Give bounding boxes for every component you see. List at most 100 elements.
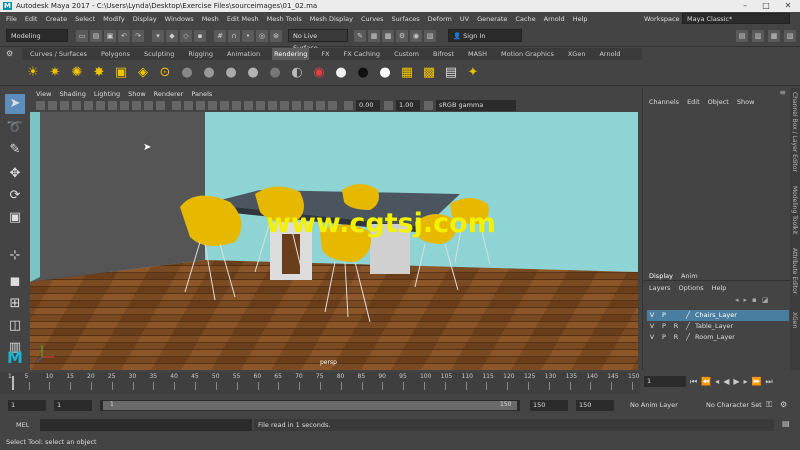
vp-menu-show[interactable]: Show — [128, 90, 146, 98]
textured-icon[interactable] — [208, 101, 217, 110]
white-shader-icon[interactable]: ● — [376, 64, 394, 82]
playback-toggle[interactable]: P — [659, 321, 669, 332]
wireframe-on-shaded-icon[interactable] — [196, 101, 205, 110]
depth-of-field-icon[interactable] — [280, 101, 289, 110]
play-forwards-icon[interactable]: ▶ — [733, 377, 739, 386]
redo-icon[interactable]: ↷ — [132, 29, 144, 42]
maximize-button[interactable]: □ — [756, 0, 776, 12]
xray-components-icon[interactable] — [328, 101, 337, 110]
save-scene-icon[interactable]: ▣ — [104, 29, 116, 42]
snap-grid-icon[interactable]: # — [214, 29, 226, 42]
current-frame-field[interactable]: 1 — [644, 376, 686, 387]
shelf-tab-sculpting[interactable]: Sculpting — [142, 48, 176, 60]
channel-box-icon[interactable]: ▧ — [784, 30, 796, 42]
step-forward-key-icon[interactable]: ⏩ — [752, 377, 762, 386]
playback-start-field[interactable]: 1 — [54, 400, 92, 411]
layer-tab-anim[interactable]: Anim — [681, 272, 698, 280]
go-to-end-icon[interactable]: ⏭ — [765, 377, 772, 387]
surface-shader-icon[interactable]: ● — [332, 64, 350, 82]
channels-object-menu[interactable]: Object — [708, 98, 729, 106]
ipr-icon[interactable]: ▩ — [420, 64, 438, 82]
bookmarks-icon[interactable] — [60, 101, 69, 110]
perspective-viewport[interactable]: www.cgtsj.com ➤ persp — [30, 112, 638, 370]
menu-display[interactable]: Display — [133, 15, 157, 23]
motion-blur-icon[interactable] — [256, 101, 265, 110]
blinn-sphere-icon[interactable]: ● — [178, 64, 196, 82]
layer-tab-display[interactable]: Display — [649, 272, 673, 280]
animation-end-field[interactable]: 150 — [576, 400, 614, 411]
shelf-tab-arnold[interactable]: Arnold — [597, 48, 622, 60]
menu-select[interactable]: Select — [75, 15, 95, 23]
anti-aliasing-icon[interactable] — [268, 101, 277, 110]
menu-create[interactable]: Create — [45, 15, 67, 23]
channels-menu[interactable]: Channels — [649, 98, 679, 106]
shelf-tab-animation[interactable]: Animation — [225, 48, 262, 60]
shelf-settings-gear-icon[interactable]: ⚙ — [6, 49, 16, 59]
menu-uv[interactable]: UV — [460, 15, 469, 23]
play-backwards-icon[interactable]: ◀ — [723, 377, 729, 386]
layered-shader-icon[interactable]: ◐ — [288, 64, 306, 82]
directional-light-icon[interactable]: ✷ — [46, 64, 64, 82]
render-view-icon[interactable]: ▧ — [424, 29, 436, 42]
hypershade-icon[interactable]: ◉ — [410, 29, 422, 42]
script-editor-icon[interactable]: ▤ — [782, 419, 790, 428]
vp-menu-lighting[interactable]: Lighting — [94, 90, 120, 98]
field-chart-icon[interactable] — [132, 101, 141, 110]
shadows-icon[interactable] — [232, 101, 241, 110]
spot-light-icon[interactable]: ✸ — [90, 64, 108, 82]
attribute-editor-icon[interactable]: ▥ — [752, 30, 764, 42]
grid-toggle-icon[interactable] — [84, 101, 93, 110]
single-perspective-layout-icon[interactable]: ◼ — [5, 272, 25, 292]
layers-help-menu[interactable]: Help — [712, 284, 727, 292]
render-frame-icon[interactable]: ▦ — [368, 29, 380, 42]
smooth-shade-icon[interactable] — [184, 101, 193, 110]
gate-mask-icon[interactable] — [120, 101, 129, 110]
color-swatch[interactable]: ╱ — [683, 332, 693, 343]
use-lights-icon[interactable] — [220, 101, 229, 110]
select-camera-icon[interactable] — [36, 101, 45, 110]
vp-menu-shading[interactable]: Shading — [59, 90, 85, 98]
visibility-toggle[interactable]: V — [647, 332, 657, 343]
isolate-select-icon[interactable] — [292, 101, 301, 110]
new-layer-selected-icon[interactable]: ◪ — [762, 296, 769, 304]
vp-menu-renderer[interactable]: Renderer — [154, 90, 184, 98]
shelf-tab-fx-caching[interactable]: FX Caching — [342, 48, 383, 60]
layers-options-menu[interactable]: Options — [679, 284, 704, 292]
safe-action-icon[interactable] — [144, 101, 153, 110]
shelf-tab-motion-graphics[interactable]: Motion Graphics — [499, 48, 556, 60]
tab-modeling-toolkit[interactable]: Modeling Toolkit — [791, 186, 798, 234]
display-type-toggle[interactable]: R — [671, 321, 681, 332]
playback-toggle[interactable]: P — [659, 310, 669, 321]
move-layer-up-icon[interactable]: ◂ — [735, 296, 739, 304]
new-scene-icon[interactable]: ▭ — [76, 29, 88, 42]
animation-start-field[interactable]: 1 — [8, 400, 46, 411]
shelf-tab-custom[interactable]: Custom — [392, 48, 421, 60]
exposure-field[interactable]: 0.00 — [356, 100, 380, 111]
menu-curves[interactable]: Curves — [361, 15, 384, 23]
xray-icon[interactable] — [304, 101, 313, 110]
menu-help[interactable]: Help — [573, 15, 588, 23]
lambert-sphere-icon[interactable]: ● — [200, 64, 218, 82]
phong-sphere-icon[interactable]: ● — [222, 64, 240, 82]
menu-mesh[interactable]: Mesh — [202, 15, 219, 23]
close-button[interactable]: ✕ — [778, 0, 798, 12]
image-plane-icon[interactable] — [72, 101, 81, 110]
menu-modify[interactable]: Modify — [103, 15, 125, 23]
show-manipulator-icon[interactable]: ⊹ — [5, 246, 25, 266]
camera-icon[interactable]: ⊙ — [156, 64, 174, 82]
layers-menu[interactable]: Layers — [649, 284, 671, 292]
anisotropic-sphere-icon[interactable]: ● — [266, 64, 284, 82]
open-scene-icon[interactable]: ▤ — [90, 29, 102, 42]
render-sequence-icon[interactable]: ✦ — [464, 64, 482, 82]
camera-attributes-icon[interactable] — [48, 101, 57, 110]
range-slider-handle[interactable] — [103, 401, 517, 410]
key-icon[interactable]: ⚿ — [766, 400, 772, 410]
tool-settings-icon[interactable]: ▦ — [768, 30, 780, 42]
sign-in-button[interactable]: 👤 Sign In — [448, 29, 522, 42]
layer-row-room[interactable]: V P R ╱ Room_Layer — [647, 332, 789, 343]
safe-title-icon[interactable] — [156, 101, 165, 110]
scale-tool-icon[interactable]: ▣ — [5, 208, 25, 228]
select-tool-icon[interactable]: ➤ — [5, 94, 25, 114]
ambient-light-icon[interactable]: ☀ — [24, 64, 42, 82]
layer-row-table[interactable]: V P R ╱ Table_Layer — [647, 321, 789, 332]
